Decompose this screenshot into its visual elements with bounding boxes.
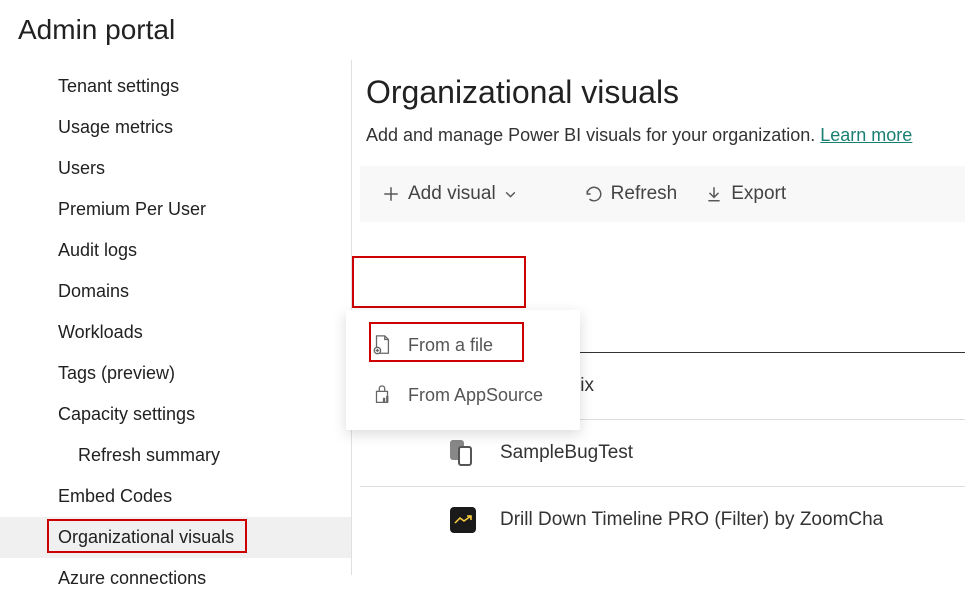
add-visual-label: Add visual	[408, 183, 496, 205]
visual-icon	[450, 440, 476, 466]
sidebar-item-embed-codes[interactable]: Embed Codes	[0, 476, 351, 517]
sidebar-item-azure-connections[interactable]: Azure connections	[0, 558, 351, 599]
sidebar-item-label: Audit logs	[58, 240, 137, 260]
sidebar-item-tags[interactable]: Tags (preview)	[0, 353, 351, 394]
dropdown-from-appsource-label: From AppSource	[408, 385, 543, 406]
sidebar-item-workloads[interactable]: Workloads	[0, 312, 351, 353]
sidebar-item-capacity-settings[interactable]: Capacity settings	[0, 394, 351, 435]
sidebar-item-label: Tenant settings	[58, 76, 179, 96]
description-text: Add and manage Power BI visuals for your…	[366, 125, 820, 145]
sidebar-item-refresh-summary[interactable]: Refresh summary	[0, 435, 351, 476]
dropdown-from-appsource[interactable]: From AppSource	[346, 370, 580, 420]
sidebar-item-label: Embed Codes	[58, 486, 172, 506]
list-item[interactable]: Drill Down Timeline PRO (Filter) by Zoom…	[360, 487, 965, 553]
sidebar-item-label: Tags (preview)	[58, 363, 175, 383]
sidebar-item-label: Azure connections	[58, 568, 206, 588]
chevron-down-icon	[504, 188, 517, 201]
sidebar-item-label: Workloads	[58, 322, 143, 342]
sidebar-item-organizational-visuals[interactable]: Organizational visuals	[0, 517, 351, 558]
highlight-box	[352, 256, 526, 308]
sidebar-item-label: Users	[58, 158, 105, 178]
sidebar-item-domains[interactable]: Domains	[0, 271, 351, 312]
visual-name: SampleBugTest	[500, 442, 633, 464]
sidebar: Tenant settings Usage metrics Users Prem…	[0, 60, 352, 575]
sidebar-item-users[interactable]: Users	[0, 148, 351, 189]
list-item[interactable]: SampleBugTest	[360, 420, 965, 487]
toolbar: Add visual Refresh Export	[360, 166, 965, 222]
sidebar-item-label: Organizational visuals	[58, 527, 234, 547]
header: Admin portal	[0, 0, 965, 60]
visual-icon	[450, 507, 476, 533]
visual-name: Drill Down Timeline PRO (Filter) by Zoom…	[500, 509, 883, 531]
sidebar-item-audit-logs[interactable]: Audit logs	[0, 230, 351, 271]
appsource-icon	[372, 384, 392, 406]
sidebar-item-label: Capacity settings	[58, 404, 195, 424]
learn-more-link[interactable]: Learn more	[820, 125, 912, 145]
sidebar-item-premium-per-user[interactable]: Premium Per User	[0, 189, 351, 230]
sidebar-item-usage-metrics[interactable]: Usage metrics	[0, 107, 351, 148]
zigzag-icon	[454, 515, 472, 525]
sidebar-item-label: Refresh summary	[78, 445, 220, 465]
add-visual-button[interactable]: Add visual	[368, 175, 531, 213]
page-title: Admin portal	[18, 14, 947, 46]
refresh-button[interactable]: Refresh	[571, 175, 692, 213]
export-label: Export	[731, 183, 786, 205]
sidebar-item-tenant-settings[interactable]: Tenant settings	[0, 66, 351, 107]
refresh-icon	[585, 185, 603, 203]
main: Tenant settings Usage metrics Users Prem…	[0, 60, 965, 575]
plus-icon	[382, 185, 400, 203]
refresh-label: Refresh	[611, 183, 678, 205]
file-icon	[372, 334, 392, 356]
export-button[interactable]: Export	[691, 175, 800, 213]
content-description: Add and manage Power BI visuals for your…	[360, 125, 965, 156]
sidebar-item-label: Premium Per User	[58, 199, 206, 219]
add-visual-dropdown: From a file From AppSource	[346, 310, 580, 430]
content: Organizational visuals Add and manage Po…	[352, 60, 965, 575]
dropdown-from-file-label: From a file	[408, 335, 493, 356]
download-icon	[705, 185, 723, 203]
content-title: Organizational visuals	[360, 68, 965, 125]
dropdown-from-file[interactable]: From a file	[346, 320, 580, 370]
sidebar-item-label: Usage metrics	[58, 117, 173, 137]
sidebar-item-label: Domains	[58, 281, 129, 301]
